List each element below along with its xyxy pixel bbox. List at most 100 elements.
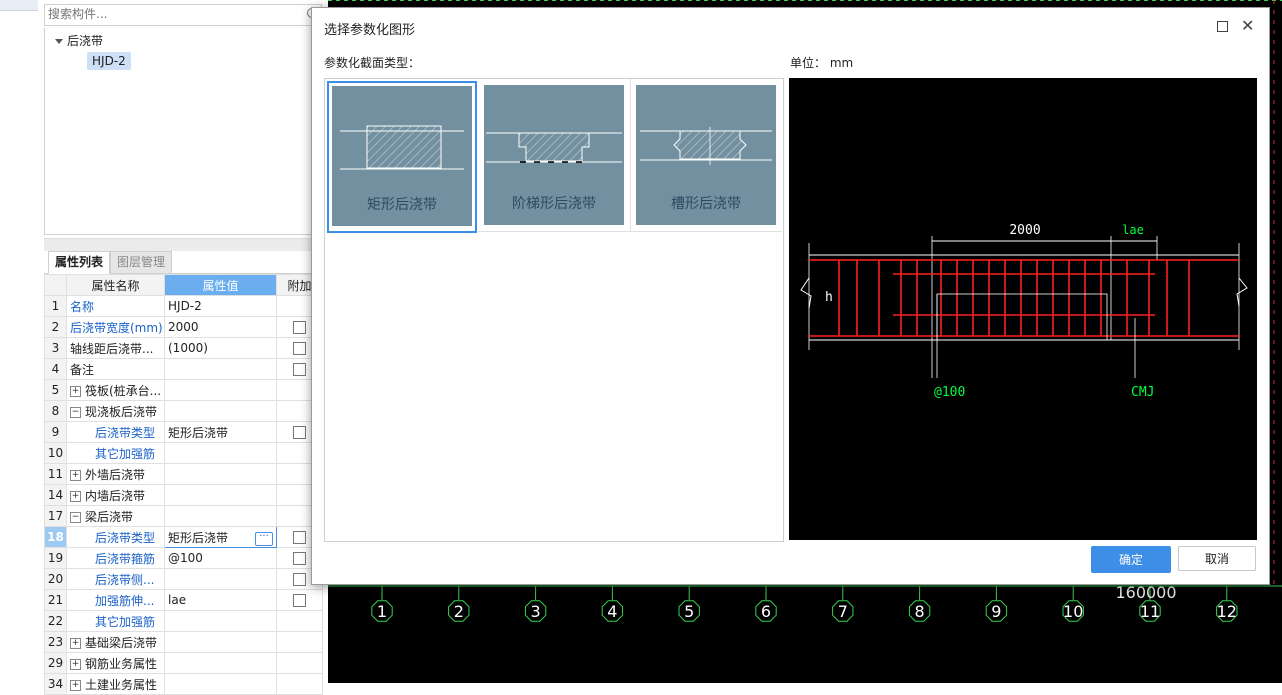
prop-value-cell[interactable] bbox=[164, 631, 277, 653]
collapse-icon[interactable]: − bbox=[70, 406, 81, 418]
table-row[interactable]: 34 + 土建业务属性 bbox=[44, 673, 323, 695]
table-row[interactable]: 20 后浇带侧... bbox=[44, 568, 323, 590]
axis-label: 12 bbox=[1217, 602, 1237, 621]
prop-name-cell[interactable]: 后浇带类型 bbox=[66, 421, 165, 443]
expand-icon[interactable]: + bbox=[70, 679, 81, 691]
prop-value-cell[interactable]: 矩形后浇带 bbox=[164, 421, 277, 443]
table-row[interactable]: 17− 梁后浇带 bbox=[44, 505, 323, 527]
prop-value-label: 矩形后浇带 bbox=[168, 530, 229, 545]
panel-splitter[interactable] bbox=[44, 238, 324, 251]
expand-icon[interactable]: + bbox=[70, 658, 81, 670]
maximize-icon[interactable] bbox=[1217, 21, 1228, 32]
prop-name-cell[interactable]: 轴线距后浇带... bbox=[66, 337, 165, 359]
prop-name-cell[interactable]: 后浇带类型 bbox=[66, 526, 165, 548]
prop-value-cell[interactable] bbox=[164, 505, 277, 527]
table-row[interactable]: 3 轴线距后浇带... (1000) bbox=[44, 337, 323, 359]
prop-name-cell[interactable]: + 土建业务属性 bbox=[66, 673, 165, 695]
prop-value-cell[interactable] bbox=[164, 358, 277, 380]
extra-checkbox[interactable] bbox=[293, 321, 306, 334]
tab-layer-management[interactable]: 图层管理 bbox=[110, 251, 173, 274]
prop-name-cell[interactable]: + 内墙后浇带 bbox=[66, 484, 165, 506]
axis-label: 8 bbox=[915, 602, 925, 621]
extra-checkbox[interactable] bbox=[293, 573, 306, 586]
type-card-rect[interactable]: 矩形后浇带 bbox=[327, 81, 477, 233]
extra-checkbox[interactable] bbox=[293, 342, 306, 355]
prop-value-cell[interactable]: 2000 bbox=[164, 316, 277, 338]
table-row[interactable]: 23 + 基础梁后浇带 bbox=[44, 631, 323, 653]
expand-icon[interactable]: + bbox=[70, 490, 81, 502]
prop-value-cell[interactable] bbox=[164, 484, 277, 506]
prop-name-cell[interactable]: 后浇带宽度(mm) bbox=[66, 316, 165, 338]
expand-icon[interactable]: + bbox=[70, 385, 81, 397]
extra-checkbox[interactable] bbox=[293, 594, 306, 607]
prop-value-cell[interactable] bbox=[164, 652, 277, 674]
cancel-button[interactable]: 取消 bbox=[1178, 546, 1256, 571]
table-row[interactable]: 14 + 内墙后浇带 bbox=[44, 484, 323, 506]
prop-name-cell[interactable]: − 梁后浇带 bbox=[66, 505, 165, 527]
search-input[interactable] bbox=[45, 5, 298, 23]
prop-value-cell[interactable] bbox=[164, 610, 277, 632]
extra-checkbox[interactable] bbox=[293, 363, 306, 376]
table-row[interactable]: 8− 现浇板后浇带 bbox=[44, 400, 323, 422]
prop-value-cell[interactable]: ··· 矩形后浇带 bbox=[164, 526, 277, 548]
close-icon[interactable]: ✕ bbox=[1241, 16, 1254, 35]
extra-checkbox[interactable] bbox=[293, 531, 306, 544]
table-row[interactable]: 2 后浇带宽度(mm) 2000 bbox=[44, 316, 323, 338]
table-row[interactable]: 10 其它加强筋 bbox=[44, 442, 323, 464]
table-row[interactable]: 11 + 外墙后浇带 bbox=[44, 463, 323, 485]
table-row[interactable]: 18 后浇带类型 ··· 矩形后浇带 bbox=[44, 526, 323, 548]
table-row[interactable]: 1 名称 HJD-2 bbox=[44, 295, 323, 317]
prop-name-cell[interactable]: + 钢筋业务属性 bbox=[66, 652, 165, 674]
prop-value-cell[interactable] bbox=[164, 463, 277, 485]
prop-value-cell[interactable] bbox=[164, 568, 277, 590]
prop-name-cell[interactable]: + 筏板(桩承台... bbox=[66, 379, 165, 401]
extra-checkbox[interactable] bbox=[293, 426, 306, 439]
prop-name-cell[interactable]: 备注 bbox=[66, 358, 165, 380]
table-row[interactable]: 9 后浇带类型 矩形后浇带 bbox=[44, 421, 323, 443]
prop-name-cell[interactable]: + 基础梁后浇带 bbox=[66, 631, 165, 653]
collapse-icon[interactable]: − bbox=[70, 511, 81, 523]
prop-name-label: 后浇带箍筋 bbox=[95, 551, 156, 566]
table-row[interactable]: 19 后浇带箍筋 @100 bbox=[44, 547, 323, 569]
tree-child-node[interactable]: HJD-2 bbox=[87, 52, 131, 70]
prop-value-cell[interactable]: lae bbox=[164, 589, 277, 611]
ellipsis-button[interactable]: ··· bbox=[255, 531, 273, 546]
row-index: 11 bbox=[44, 463, 67, 485]
collapse-triangle-icon[interactable] bbox=[55, 39, 63, 44]
prop-name-cell[interactable]: 后浇带箍筋 bbox=[66, 547, 165, 569]
prop-value-cell[interactable] bbox=[164, 400, 277, 422]
prop-name-cell[interactable]: + 外墙后浇带 bbox=[66, 463, 165, 485]
ok-button[interactable]: 确定 bbox=[1091, 546, 1171, 573]
property-rows: 1 名称 HJD-2 2 后浇带宽度(mm) 2000 3 轴线距后浇带... (1000) 4 备… bbox=[44, 295, 323, 695]
prop-name-cell[interactable]: 其它加强筋 bbox=[66, 442, 165, 464]
tree-root-node[interactable]: 后浇带 bbox=[55, 32, 103, 49]
table-row[interactable]: 29 + 钢筋业务属性 bbox=[44, 652, 323, 674]
axis-label: 3 bbox=[531, 602, 541, 621]
table-row[interactable]: 21 加强筋伸... lae bbox=[44, 589, 323, 611]
prop-name-cell[interactable]: 名称 bbox=[66, 295, 165, 317]
preview-drawing: 2000 lae h @100 CMJ bbox=[800, 223, 1248, 400]
table-row[interactable]: 22 其它加强筋 bbox=[44, 610, 323, 632]
expand-icon[interactable]: + bbox=[70, 637, 81, 649]
prop-name-cell[interactable]: 后浇带侧... bbox=[66, 568, 165, 590]
tab-property-list[interactable]: 属性列表 bbox=[48, 251, 111, 274]
prop-name-cell[interactable]: 加强筋伸... bbox=[66, 589, 165, 611]
toolbar-tab[interactable] bbox=[0, 0, 38, 11]
type-card-groove[interactable]: 槽形后浇带 bbox=[630, 79, 782, 232]
expand-icon[interactable]: + bbox=[70, 469, 81, 481]
prop-value-cell[interactable] bbox=[164, 379, 277, 401]
table-row[interactable]: 5 + 筏板(桩承台... bbox=[44, 379, 323, 401]
prop-name-label: 其它加强筋 bbox=[95, 614, 156, 629]
table-row[interactable]: 4 备注 bbox=[44, 358, 323, 380]
prop-value-cell[interactable]: (1000) bbox=[164, 337, 277, 359]
prop-value-cell[interactable]: HJD-2 bbox=[164, 295, 277, 317]
property-table: 属性名称 属性值 附加 1 名称 HJD-2 2 后浇带宽度(mm) 2000 3 轴线距后浇… bbox=[44, 274, 323, 695]
prop-name-cell[interactable]: − 现浇板后浇带 bbox=[66, 400, 165, 422]
row-index: 17 bbox=[44, 505, 67, 527]
prop-name-cell[interactable]: 其它加强筋 bbox=[66, 610, 165, 632]
prop-value-cell[interactable] bbox=[164, 442, 277, 464]
prop-value-cell[interactable] bbox=[164, 673, 277, 695]
prop-value-cell[interactable]: @100 bbox=[164, 547, 277, 569]
type-card-stepped[interactable]: 阶梯形后浇带 bbox=[478, 79, 631, 232]
extra-checkbox[interactable] bbox=[293, 552, 306, 565]
